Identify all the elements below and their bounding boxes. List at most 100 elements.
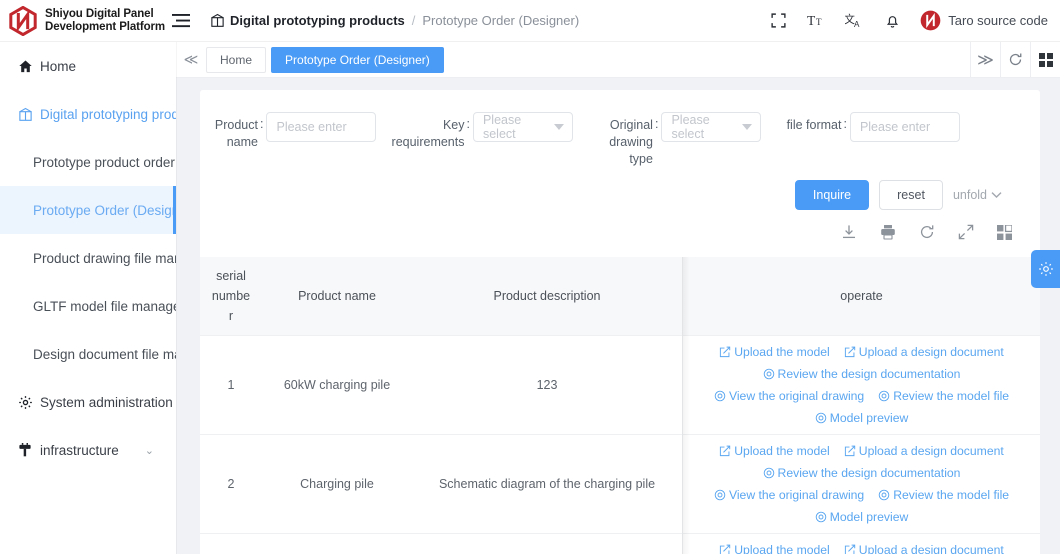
operation-links: Upload the model Upload a design document… — [687, 540, 1036, 554]
sidebar-item-infrastructure[interactable]: infrastructure⌄ — [0, 426, 176, 474]
eye-icon — [763, 467, 775, 479]
op-review-the-model-file[interactable]: Review the model file — [878, 485, 1009, 505]
op-view-the-original-drawing[interactable]: View the original drawing — [714, 386, 864, 406]
chevron-down-icon — [742, 124, 752, 130]
field-placeholder: Please select — [671, 113, 734, 141]
breadcrumb-sub[interactable]: Prototype Order (Designer) — [422, 13, 579, 28]
svg-text:T: T — [807, 13, 816, 28]
hamburger-icon[interactable] — [168, 8, 194, 34]
tab-home[interactable]: Home — [206, 47, 266, 73]
app-header: Shiyou Digital Panel Development Platfor… — [0, 0, 1060, 42]
sidebar-item-home[interactable]: Home — [0, 42, 176, 90]
user-name: Taro source code — [948, 13, 1048, 28]
sidebar-item-prototype-product-order-m[interactable]: Prototype product order m — [0, 138, 176, 186]
search-actions: Inquire reset unfold — [200, 168, 1040, 210]
eye-icon — [878, 489, 890, 501]
eye-icon — [878, 390, 890, 402]
operation-links: Upload the model Upload a design document… — [687, 342, 1036, 428]
cell-serial: 3 — [200, 534, 262, 554]
op-review-the-model-file[interactable]: Review the model file — [878, 386, 1009, 406]
op-label: Review the design documentation — [778, 364, 961, 384]
field-colon: : — [464, 112, 472, 131]
sidebar-item-label: Product drawing file mana — [33, 251, 176, 266]
op-label: Model preview — [830, 408, 909, 428]
sidebar-item-system-administration[interactable]: System administration — [0, 378, 176, 426]
sidebar-item-prototype-order-designe[interactable]: Prototype Order (Designe — [0, 186, 176, 234]
scroll-tabs-right-button[interactable]: ≫ — [970, 42, 1000, 78]
refresh-page-button[interactable] — [1000, 42, 1030, 78]
op-upload-the-model[interactable]: Upload the model — [719, 540, 830, 554]
breadcrumb-current[interactable]: Digital prototyping products — [230, 13, 405, 28]
upload-edit-icon — [844, 346, 856, 358]
double-chevron-left-icon[interactable]: ≪ — [176, 51, 206, 68]
inquire-button[interactable]: Inquire — [795, 180, 869, 210]
op-upload-the-model[interactable]: Upload the model — [719, 342, 830, 362]
breadcrumb-separator: / — [412, 13, 416, 28]
select-key-requirements[interactable]: Please select — [473, 112, 573, 142]
chevron-down-icon — [991, 191, 1002, 199]
plug-icon — [18, 443, 40, 458]
form-field-file-format: file format:Please enter — [771, 112, 959, 142]
eye-icon — [714, 489, 726, 501]
sidebar-item-label: GLTF model file managen — [33, 299, 176, 314]
op-upload-a-design-document[interactable]: Upload a design document — [844, 441, 1004, 461]
sidebar-item-gltf-model-file-managen[interactable]: GLTF model file managen — [0, 282, 176, 330]
op-model-preview[interactable]: Model preview — [815, 408, 909, 428]
fullscreen-table-button[interactable] — [958, 224, 974, 245]
op-view-the-original-drawing[interactable]: View the original drawing — [714, 485, 864, 505]
field-placeholder: Please enter — [860, 120, 930, 134]
op-upload-a-design-document[interactable]: Upload a design document — [844, 540, 1004, 554]
svg-text:A: A — [854, 19, 860, 28]
export-button[interactable] — [841, 224, 857, 245]
cell-serial: 2 — [200, 435, 262, 533]
fullscreen-icon[interactable] — [768, 11, 788, 31]
refresh-table-button[interactable] — [919, 224, 935, 245]
select-original-drawing-type[interactable]: Please select — [661, 112, 761, 142]
sidebar-item-design-document-file-mar[interactable]: Design document file mar — [0, 330, 176, 378]
upload-edit-icon — [719, 544, 731, 554]
sidebar-item-product-drawing-file-mana[interactable]: Product drawing file mana — [0, 234, 176, 282]
upload-edit-icon — [719, 346, 731, 358]
field-colon: : — [841, 112, 849, 131]
print-button[interactable] — [880, 224, 896, 245]
column-settings-button[interactable] — [997, 224, 1012, 245]
cell-product-description: 1111 — [412, 534, 682, 554]
op-upload-a-design-document[interactable]: Upload a design document — [844, 342, 1004, 362]
column-header-serial: serial number — [200, 257, 262, 335]
input-file-format[interactable]: Please enter — [850, 112, 960, 142]
op-review-the-design-documentation[interactable]: Review the design documentation — [763, 364, 961, 384]
translate-icon[interactable]: 文 A — [844, 11, 864, 31]
tab-prototype-order-designer[interactable]: Prototype Order (Designer) — [271, 47, 444, 73]
unfold-toggle[interactable]: unfold — [953, 188, 1002, 202]
tab-strip-actions: ≫ — [970, 42, 1060, 78]
op-label: Upload a design document — [859, 441, 1004, 461]
refresh-icon — [919, 224, 935, 245]
input-product-name[interactable]: Please enter — [266, 112, 376, 142]
chevron-down-icon[interactable]: ⌄ — [145, 444, 154, 457]
bell-icon[interactable] — [882, 11, 902, 31]
column-header-operate: operate — [682, 257, 1040, 335]
op-label: View the original drawing — [729, 386, 864, 406]
sidebar-item-digital-prototyping-produ[interactable]: Digital prototyping produ — [0, 90, 176, 138]
op-label: Upload the model — [734, 540, 830, 554]
cell-serial: 1 — [200, 336, 262, 434]
op-label: Upload the model — [734, 441, 830, 461]
font-size-icon[interactable]: T T — [806, 11, 826, 31]
reset-button[interactable]: reset — [879, 180, 943, 210]
tab-strip: ≪ HomePrototype Order (Designer) ≫ — [176, 42, 1060, 78]
unfold-label: unfold — [953, 188, 987, 202]
field-colon: : — [653, 112, 661, 131]
op-review-the-design-documentation[interactable]: Review the design documentation — [763, 463, 961, 483]
column-header-product-name: Product name — [262, 257, 412, 335]
gear-icon — [1038, 261, 1054, 277]
op-upload-the-model[interactable]: Upload the model — [719, 441, 830, 461]
form-field-product-name: Product name:Please enter — [206, 112, 376, 151]
eye-icon — [815, 511, 827, 523]
eye-icon — [763, 368, 775, 380]
tab-options-button[interactable] — [1030, 42, 1060, 78]
table-row: 3Test order 11111Upload the modelUpload … — [200, 534, 1040, 554]
op-model-preview[interactable]: Model preview — [815, 507, 909, 527]
theme-settings-tab[interactable] — [1031, 250, 1060, 288]
user-menu[interactable]: Taro source code — [920, 10, 1048, 31]
cell-product-name: Test order 1 — [262, 534, 412, 554]
